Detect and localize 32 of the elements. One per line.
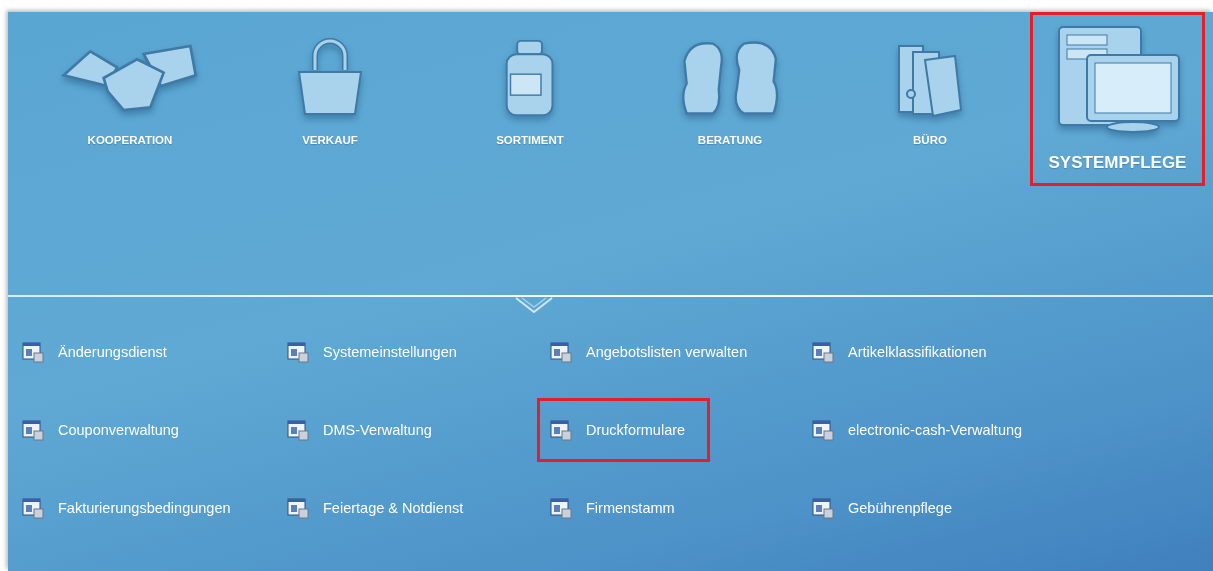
menu-item[interactable]: Änderungsdienst <box>19 320 192 384</box>
window-icon <box>22 419 44 441</box>
menu-item[interactable]: Angebotslisten verwalten <box>547 320 773 384</box>
window-icon <box>22 497 44 519</box>
window-icon <box>550 497 572 519</box>
window-icon <box>287 419 309 441</box>
window-icon <box>812 419 834 441</box>
bag-icon <box>295 38 365 118</box>
menu-item[interactable]: electronic-cash-Verwaltung <box>809 398 1048 462</box>
window-icon <box>287 341 309 363</box>
menu-item[interactable]: Druckformulare <box>537 398 711 462</box>
category-tile[interactable]: SORTIMENT <box>430 12 630 186</box>
window-icon <box>550 341 572 363</box>
menu-item[interactable]: Fakturierungsbedingungen <box>19 476 256 540</box>
menu-item[interactable]: DMS-Verwaltung <box>284 398 457 462</box>
category-tile[interactable]: BÜRO <box>830 12 1030 186</box>
window-icon <box>812 497 834 519</box>
menu-item[interactable]: Systemeinstellungen <box>284 320 482 384</box>
window-icon <box>287 497 309 519</box>
menu-item[interactable]: Artikelklassifikationen <box>809 320 1012 384</box>
category-tile[interactable]: VERKAUF <box>230 12 430 186</box>
menu-item[interactable]: Gebührenpflege <box>809 476 977 540</box>
menu-item[interactable]: Couponverwaltung <box>19 398 204 462</box>
category-tile[interactable]: KOOPERATION <box>30 12 230 186</box>
category-tile[interactable]: BERATUNG <box>630 12 830 186</box>
category-tile[interactable]: SYSTEMPFLEGE <box>1030 12 1205 186</box>
window-icon <box>550 419 572 441</box>
window-icon <box>812 341 834 363</box>
window-icon <box>22 341 44 363</box>
chevron-icon <box>514 297 554 316</box>
menu-item[interactable]: Feiertage & Notdienst <box>284 476 489 540</box>
menu-item[interactable]: Firmenstamm <box>547 476 700 540</box>
